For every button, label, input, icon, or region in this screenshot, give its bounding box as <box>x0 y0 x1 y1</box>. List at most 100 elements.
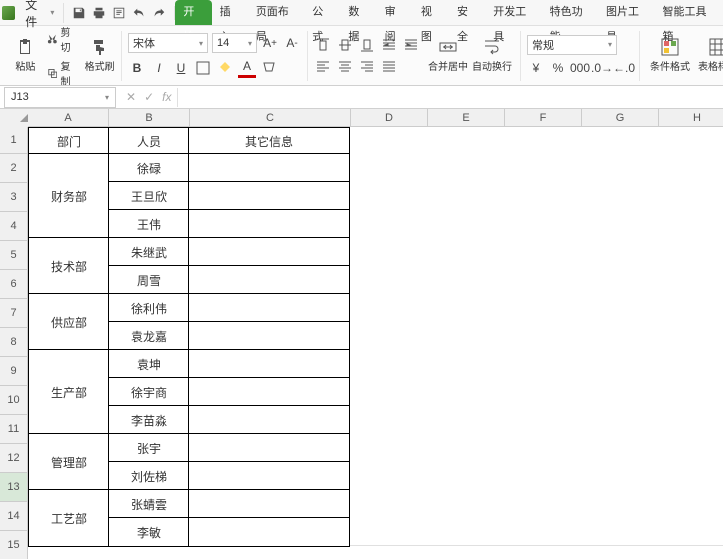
clear-format-button[interactable] <box>260 59 278 77</box>
font-family-select[interactable]: 宋体▾ <box>128 33 208 53</box>
select-all-corner[interactable] <box>0 109 31 128</box>
tab-公式[interactable]: 公式 <box>304 0 340 25</box>
other-cell[interactable] <box>188 237 350 267</box>
column-header-D[interactable]: D <box>351 109 428 127</box>
justify-icon[interactable] <box>380 58 398 76</box>
person-cell[interactable]: 袁龙嘉 <box>108 321 190 351</box>
cell[interactable] <box>576 405 653 434</box>
fx-icon[interactable]: fx <box>162 90 171 104</box>
tab-页面布局[interactable]: 页面布局 <box>248 0 304 25</box>
other-cell[interactable] <box>188 489 350 519</box>
cell[interactable] <box>652 433 723 462</box>
cell[interactable] <box>424 349 501 378</box>
cell[interactable] <box>576 489 653 518</box>
dept-cell[interactable]: 生产部 <box>28 349 110 435</box>
cell[interactable] <box>652 293 723 322</box>
row-header-13[interactable]: 13 <box>0 473 28 502</box>
cell[interactable] <box>424 181 501 210</box>
person-cell[interactable]: 王伟 <box>108 209 190 239</box>
column-header-H[interactable]: H <box>659 109 723 127</box>
dept-cell[interactable]: 供应部 <box>28 293 110 351</box>
cell[interactable] <box>652 153 723 182</box>
tab-插入[interactable]: 插入 <box>212 0 248 25</box>
cell[interactable] <box>500 321 577 350</box>
tab-数据[interactable]: 数据 <box>340 0 376 25</box>
cell[interactable] <box>348 433 425 462</box>
row-header-4[interactable]: 4 <box>0 212 28 241</box>
dept-cell[interactable]: 管理部 <box>28 433 110 491</box>
row-header-2[interactable]: 2 <box>0 154 28 183</box>
tab-智能工具箱[interactable]: 智能工具箱 <box>654 0 721 25</box>
redo-icon[interactable] <box>152 6 166 20</box>
dept-cell[interactable]: 财务部 <box>28 153 110 239</box>
column-header-B[interactable]: B <box>109 109 190 127</box>
accept-formula-icon[interactable]: ✓ <box>144 90 154 104</box>
decrease-decimal-icon[interactable]: ←.0 <box>615 59 633 77</box>
cell[interactable] <box>652 405 723 434</box>
cell[interactable] <box>348 517 425 546</box>
indent-increase-icon[interactable] <box>402 36 420 54</box>
cell[interactable] <box>576 127 653 154</box>
underline-button[interactable]: U <box>172 59 190 77</box>
cell[interactable] <box>500 127 577 154</box>
align-left-icon[interactable] <box>314 58 332 76</box>
other-cell[interactable] <box>188 349 350 379</box>
currency-icon[interactable]: ¥ <box>527 59 545 77</box>
wrap-text-button[interactable]: 自动换行 <box>470 38 514 73</box>
tab-视图[interactable]: 视图 <box>413 0 449 25</box>
cell[interactable] <box>348 153 425 182</box>
cell[interactable] <box>652 517 723 546</box>
cell[interactable] <box>576 181 653 210</box>
header-other[interactable]: 其它信息 <box>188 127 350 155</box>
cell[interactable] <box>500 377 577 406</box>
align-middle-icon[interactable] <box>336 36 354 54</box>
cell[interactable] <box>500 461 577 490</box>
cell[interactable] <box>652 461 723 490</box>
other-cell[interactable] <box>188 209 350 239</box>
cell[interactable] <box>652 181 723 210</box>
italic-button[interactable]: I <box>150 59 168 77</box>
cell[interactable] <box>348 405 425 434</box>
align-right-icon[interactable] <box>358 58 376 76</box>
tab-审阅[interactable]: 审阅 <box>377 0 413 25</box>
row-header-11[interactable]: 11 <box>0 415 28 444</box>
cell[interactable] <box>500 237 577 266</box>
person-cell[interactable]: 李苗淼 <box>108 405 190 435</box>
person-cell[interactable]: 徐碌 <box>108 153 190 183</box>
cell[interactable] <box>652 377 723 406</box>
cell[interactable] <box>348 293 425 322</box>
cell[interactable] <box>652 321 723 350</box>
cell[interactable] <box>500 153 577 182</box>
row-header-7[interactable]: 7 <box>0 299 28 328</box>
cell[interactable] <box>500 517 577 546</box>
column-header-C[interactable]: C <box>190 109 351 127</box>
decrease-font-icon[interactable]: A- <box>283 34 301 52</box>
formula-bar[interactable] <box>177 88 723 107</box>
font-size-select[interactable]: 14▾ <box>212 33 257 53</box>
cell[interactable] <box>576 209 653 238</box>
row-header-15[interactable]: 15 <box>0 531 28 559</box>
merge-center-button[interactable]: 合并居中 <box>426 38 470 73</box>
person-cell[interactable]: 朱继武 <box>108 237 190 267</box>
percent-icon[interactable]: % <box>549 59 567 77</box>
conditional-format-button[interactable]: 条件格式 <box>646 38 694 73</box>
cell[interactable] <box>424 405 501 434</box>
row-header-3[interactable]: 3 <box>0 183 28 212</box>
other-cell[interactable] <box>188 461 350 491</box>
row-header-6[interactable]: 6 <box>0 270 28 299</box>
cell[interactable] <box>424 433 501 462</box>
cell[interactable] <box>576 265 653 294</box>
column-header-F[interactable]: F <box>505 109 582 127</box>
cell[interactable] <box>576 153 653 182</box>
cell[interactable] <box>348 127 425 154</box>
cell[interactable] <box>424 517 501 546</box>
cell[interactable] <box>348 181 425 210</box>
cell[interactable] <box>424 377 501 406</box>
cell[interactable] <box>652 489 723 518</box>
cell[interactable] <box>576 349 653 378</box>
copy-button[interactable]: 复制 <box>45 57 80 87</box>
row-header-14[interactable]: 14 <box>0 502 28 531</box>
cell[interactable] <box>348 349 425 378</box>
cell-style-button[interactable]: 表格样式 <box>694 38 723 73</box>
cell[interactable] <box>348 209 425 238</box>
